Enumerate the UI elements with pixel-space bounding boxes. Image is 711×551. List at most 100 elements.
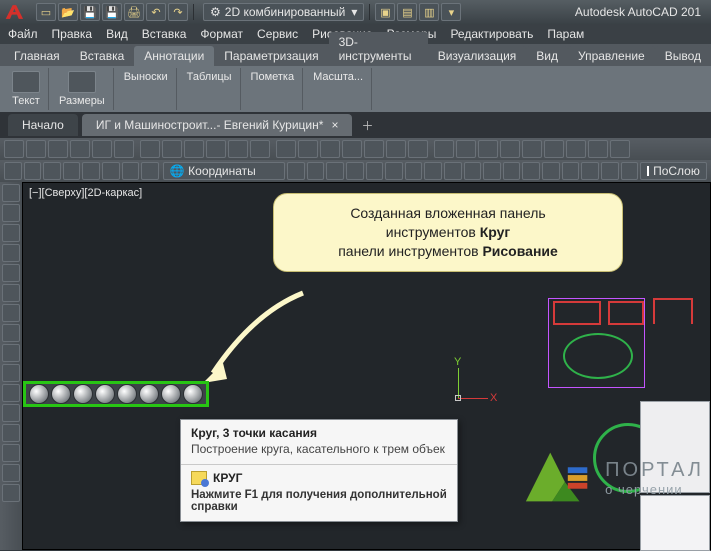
toolbar-button[interactable] xyxy=(92,140,112,158)
draw-tool-button[interactable] xyxy=(2,204,20,222)
toolbar-button[interactable] xyxy=(63,162,81,180)
draw-tool-button[interactable] xyxy=(2,404,20,422)
draw-tool-button[interactable] xyxy=(2,304,20,322)
qat-open-icon[interactable]: 📂 xyxy=(58,3,78,21)
circle-variant-button[interactable] xyxy=(183,384,203,404)
circle-variant-button[interactable] xyxy=(29,384,49,404)
toolbar-button[interactable] xyxy=(43,162,61,180)
ribbon-tab-insert[interactable]: Вставка xyxy=(70,46,135,66)
ribbon-panel-markup[interactable]: Пометка xyxy=(243,68,304,110)
toolbar-button[interactable] xyxy=(566,140,586,158)
toolbar-button[interactable] xyxy=(122,162,140,180)
toolbar-button[interactable] xyxy=(444,162,462,180)
workspace-switcher[interactable]: ⚙ 2D комбинированный ▾ xyxy=(203,3,364,21)
draw-tool-button[interactable] xyxy=(2,264,20,282)
toolbar-button[interactable] xyxy=(424,162,442,180)
ribbon-tab-visualize[interactable]: Визуализация xyxy=(428,46,527,66)
toolbar-button[interactable] xyxy=(307,162,325,180)
circle-variant-button[interactable] xyxy=(139,384,159,404)
draw-tool-button[interactable] xyxy=(2,484,20,502)
ribbon-panel-scale[interactable]: Масшта... xyxy=(305,68,372,110)
ribbon-tab-annotate[interactable]: Аннотации xyxy=(134,46,214,66)
toolbar-button[interactable] xyxy=(206,140,226,158)
ribbon-panel-text[interactable]: Текст xyxy=(4,68,49,110)
toolbar-button[interactable] xyxy=(346,162,364,180)
draw-tool-button[interactable] xyxy=(2,444,20,462)
draw-tool-button[interactable] xyxy=(2,344,20,362)
menu-parametric[interactable]: Парам xyxy=(547,27,584,41)
menu-tools[interactable]: Сервис xyxy=(257,27,298,41)
qat-undo-icon[interactable]: ↶ xyxy=(146,3,166,21)
toolbar-button[interactable] xyxy=(228,140,248,158)
menu-file[interactable]: Файл xyxy=(8,27,38,41)
toolbar-button[interactable] xyxy=(544,140,564,158)
qat-plot-icon[interactable]: 🖨 xyxy=(124,3,144,21)
toolbar-button[interactable] xyxy=(588,140,608,158)
toolbar-button[interactable] xyxy=(478,140,498,158)
toolbar-button[interactable] xyxy=(4,162,22,180)
toolbar-button[interactable] xyxy=(26,140,46,158)
toolbar-button[interactable] xyxy=(298,140,318,158)
toolbar-button[interactable] xyxy=(24,162,42,180)
toolbar-button[interactable] xyxy=(621,162,639,180)
menu-edit[interactable]: Правка xyxy=(52,27,93,41)
ribbon-tab-3dtools[interactable]: 3D-инструменты xyxy=(329,32,428,66)
ribbon-panel-dimensions[interactable]: Размеры xyxy=(51,68,114,110)
ribbon-tab-home[interactable]: Главная xyxy=(4,46,70,66)
coord-dropdown[interactable]: 🌐 xyxy=(163,162,285,180)
toolbar-button[interactable] xyxy=(581,162,599,180)
draw-tool-button[interactable] xyxy=(2,364,20,382)
circle-variant-button[interactable] xyxy=(73,384,93,404)
circle-variant-button[interactable] xyxy=(117,384,137,404)
toolbar-button[interactable] xyxy=(601,162,619,180)
toolbar-button[interactable] xyxy=(386,140,406,158)
draw-tool-button[interactable] xyxy=(2,224,20,242)
menu-modify[interactable]: Редактировать xyxy=(450,27,533,41)
toolbar-button[interactable] xyxy=(500,140,520,158)
draw-tool-button[interactable] xyxy=(2,184,20,202)
menu-format[interactable]: Формат xyxy=(200,27,243,41)
toolbar-button[interactable] xyxy=(405,162,423,180)
autocad-logo[interactable] xyxy=(4,2,32,22)
qat-saveas-icon[interactable]: 💾 xyxy=(102,3,122,21)
drawing-canvas[interactable]: [−][Сверху][2D-каркас] Созданная вложенн… xyxy=(22,182,711,550)
toolbar-button[interactable] xyxy=(503,162,521,180)
qat-extra-1-icon[interactable]: ▣ xyxy=(375,3,395,21)
toolbar-button[interactable] xyxy=(320,140,340,158)
qat-extra-2-icon[interactable]: ▤ xyxy=(397,3,417,21)
toolbar-button[interactable] xyxy=(70,140,90,158)
circle-variant-button[interactable] xyxy=(161,384,181,404)
toolbar-button[interactable] xyxy=(364,140,384,158)
draw-tool-button[interactable] xyxy=(2,324,20,342)
qat-save-icon[interactable]: 💾 xyxy=(80,3,100,21)
ribbon-tab-output[interactable]: Вывод xyxy=(655,46,711,66)
file-tab-new[interactable]: ＋ xyxy=(356,114,378,136)
toolbar-button[interactable] xyxy=(141,162,159,180)
toolbar-button[interactable] xyxy=(4,140,24,158)
qat-redo-icon[interactable]: ↷ xyxy=(168,3,188,21)
circle-variant-button[interactable] xyxy=(51,384,71,404)
toolbar-button[interactable] xyxy=(408,140,428,158)
qat-extra-3-icon[interactable]: ▥ xyxy=(419,3,439,21)
toolbar-button[interactable] xyxy=(102,162,120,180)
toolbar-button[interactable] xyxy=(562,162,580,180)
toolbar-button[interactable] xyxy=(140,140,160,158)
toolbar-button[interactable] xyxy=(276,140,296,158)
qat-menu-drop-icon[interactable]: ▾ xyxy=(441,3,461,21)
coord-input[interactable] xyxy=(188,164,278,178)
toolbar-button[interactable] xyxy=(464,162,482,180)
toolbar-button[interactable] xyxy=(48,140,68,158)
qat-new-icon[interactable]: ▭ xyxy=(36,3,56,21)
circle-variant-button[interactable] xyxy=(95,384,115,404)
bylayer-dropdown[interactable]: ПоСлою xyxy=(640,162,707,180)
draw-tool-button[interactable] xyxy=(2,424,20,442)
toolbar-button[interactable] xyxy=(250,140,270,158)
toolbar-button[interactable] xyxy=(610,140,630,158)
ribbon-tab-parametric[interactable]: Параметризация xyxy=(214,46,328,66)
viewport-label[interactable]: [−][Сверху][2D-каркас] xyxy=(29,187,142,199)
menu-view[interactable]: Вид xyxy=(106,27,128,41)
toolbar-button[interactable] xyxy=(114,140,134,158)
ribbon-tab-view[interactable]: Вид xyxy=(526,46,568,66)
menu-insert[interactable]: Вставка xyxy=(142,27,187,41)
toolbar-button[interactable] xyxy=(342,140,362,158)
